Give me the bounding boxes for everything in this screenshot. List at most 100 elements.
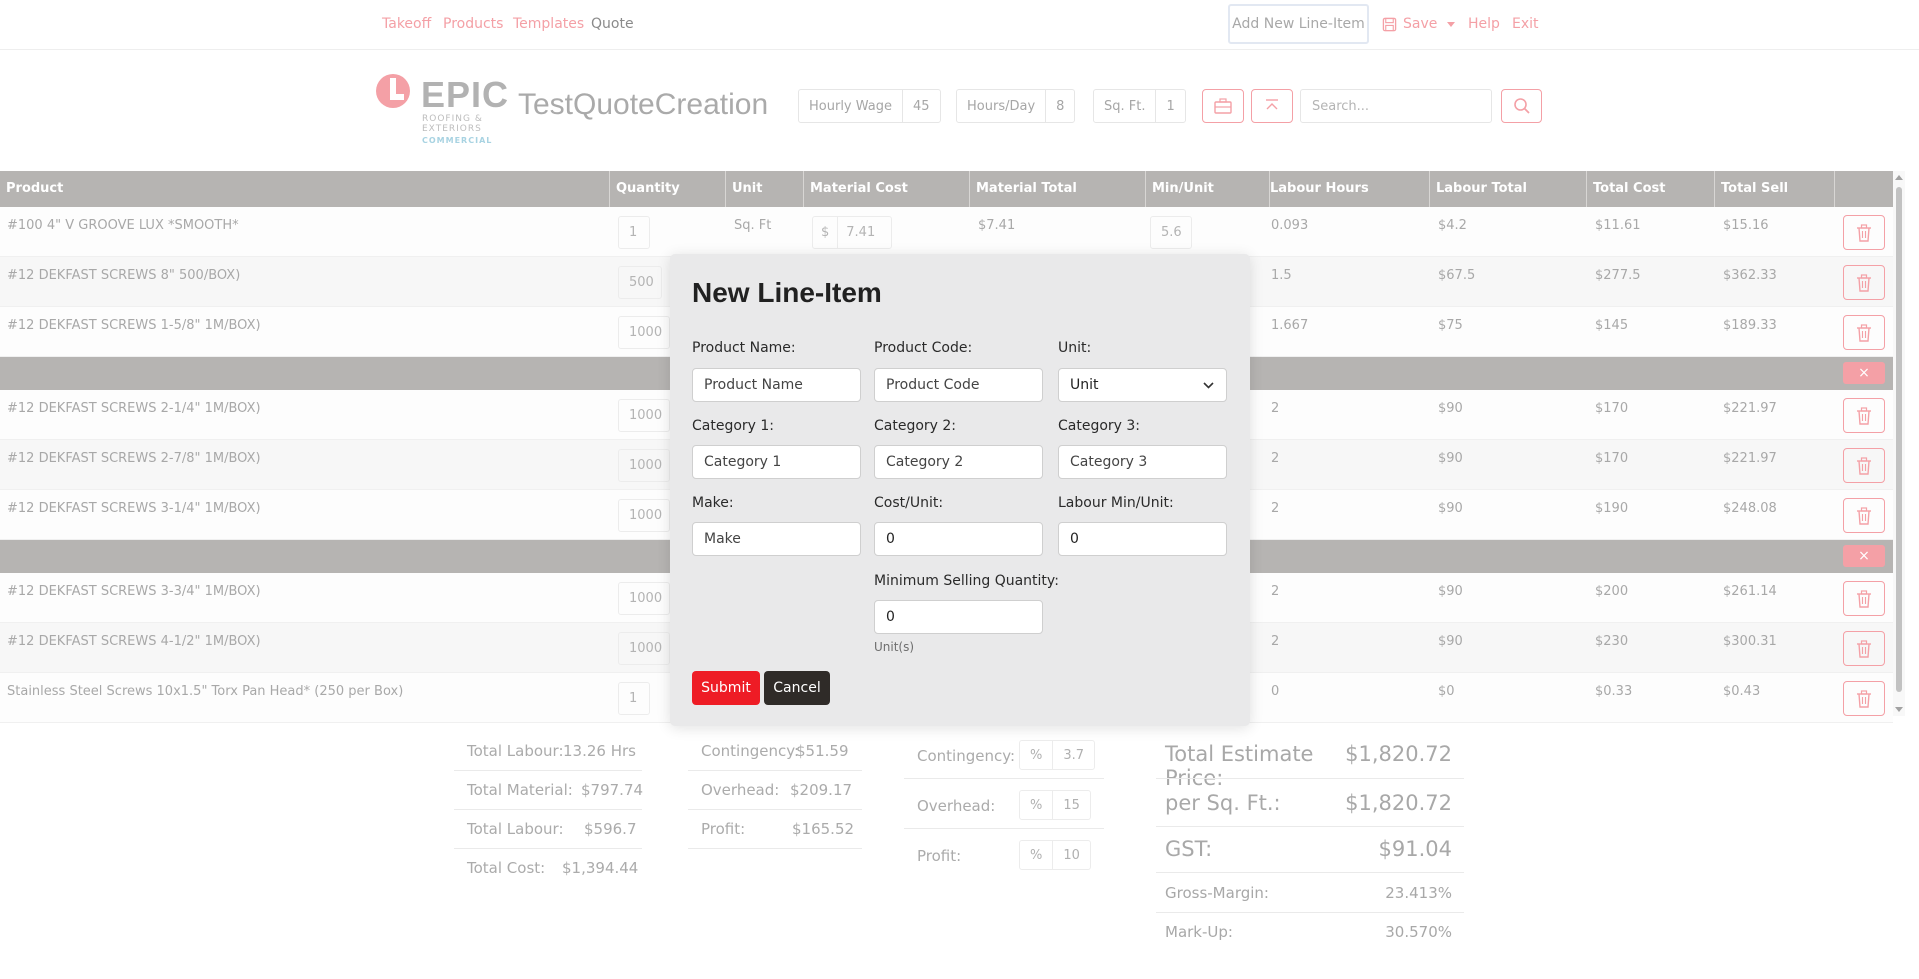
remove-group-button[interactable]: × — [1843, 545, 1885, 567]
save-dropdown[interactable]: Save — [1382, 16, 1456, 32]
quantity-input[interactable]: 1000 — [618, 399, 670, 432]
delete-row-button[interactable] — [1843, 215, 1885, 250]
table-row: #100 4" V GROOVE LUX *SMOOTH* 1 Sq. Ft $… — [0, 207, 1893, 257]
delete-row-button[interactable] — [1843, 315, 1885, 350]
percent-symbol: % — [1030, 847, 1043, 863]
quantity-input[interactable]: 1 — [618, 216, 650, 249]
divider — [688, 848, 862, 849]
hourly-wage-field[interactable]: Hourly Wage 45 — [798, 89, 941, 123]
save-icon — [1382, 17, 1397, 31]
total-sell: $0.43 — [1723, 684, 1761, 699]
nav-exit[interactable]: Exit — [1512, 16, 1539, 32]
delete-row-button[interactable] — [1843, 498, 1885, 533]
col-labour-hours: Labour Hours — [1264, 171, 1430, 207]
nav-quote[interactable]: Quote — [591, 16, 634, 32]
labour-total: $0 — [1438, 684, 1455, 699]
category-1-input[interactable]: Category 1 — [692, 445, 861, 479]
labour-total: $67.5 — [1438, 268, 1476, 283]
cost-unit-input[interactable]: 0 — [874, 522, 1043, 556]
delete-row-button[interactable] — [1843, 265, 1885, 300]
nav-products[interactable]: Products — [443, 16, 503, 32]
nav-takeoff[interactable]: Takeoff — [382, 16, 431, 32]
divider — [904, 828, 1104, 829]
total-sell: $261.14 — [1723, 584, 1777, 599]
submit-button[interactable]: Submit — [692, 671, 760, 705]
overhead-pct-input[interactable]: % 15 — [1019, 790, 1091, 820]
delete-row-button[interactable] — [1843, 681, 1885, 716]
total-cost: $170 — [1595, 451, 1629, 466]
col-labour-total: Labour Total — [1430, 171, 1587, 207]
scroll-down-arrow-icon[interactable] — [1895, 707, 1903, 712]
quantity-input[interactable]: 1000 — [618, 499, 670, 532]
material-cost-input[interactable]: $ 7.41 — [812, 216, 892, 249]
nav-templates[interactable]: Templates — [513, 16, 584, 32]
delete-row-button[interactable] — [1843, 581, 1885, 616]
sqft-value[interactable]: 1 — [1155, 90, 1184, 122]
unit-select[interactable]: Unit — [1058, 368, 1227, 402]
table-scrollbar[interactable] — [1893, 171, 1905, 716]
quantity-input[interactable]: 500 — [618, 266, 662, 299]
labour-hours: 1.5 — [1271, 268, 1292, 283]
search-button[interactable] — [1501, 89, 1542, 123]
category-2-input[interactable]: Category 2 — [874, 445, 1043, 479]
quantity-input[interactable]: 1 — [618, 682, 650, 715]
labour-hours: 2 — [1271, 451, 1280, 466]
cancel-button[interactable]: Cancel — [764, 671, 830, 705]
contingency-pct-input[interactable]: % 3.7 — [1019, 740, 1096, 770]
remove-group-button[interactable]: × — [1843, 362, 1885, 384]
category-3-input[interactable]: Category 3 — [1058, 445, 1227, 479]
per-sqft-label: per Sq. Ft.: — [1165, 791, 1281, 815]
search-input[interactable]: Search... — [1300, 89, 1492, 123]
close-icon: × — [1858, 365, 1870, 381]
contingency-pct-value[interactable]: 3.7 — [1052, 741, 1094, 769]
material-cost-value[interactable]: 7.41 — [837, 217, 883, 248]
make-input[interactable]: Make — [692, 522, 861, 556]
product-name: #100 4" V GROOVE LUX *SMOOTH* — [7, 218, 239, 233]
quantity-input[interactable]: 1000 — [618, 582, 670, 615]
overhead-pct-value[interactable]: 15 — [1052, 791, 1090, 819]
min-selling-quantity-input[interactable]: 0 — [874, 600, 1043, 634]
material-total: $7.41 — [978, 218, 1016, 233]
delete-row-button[interactable] — [1843, 448, 1885, 483]
nav-help[interactable]: Help — [1468, 16, 1500, 32]
sqft-field[interactable]: Sq. Ft. 1 — [1093, 89, 1186, 123]
quantity-input[interactable]: 1000 — [618, 316, 670, 349]
profit-pct-input[interactable]: % 10 — [1019, 840, 1091, 870]
contingency-label: Contingency: — [701, 742, 800, 760]
per-sqft-row: per Sq. Ft.: $1,820.72 — [1165, 791, 1452, 815]
toolbox-button[interactable] — [1202, 89, 1244, 123]
trash-icon — [1857, 689, 1871, 708]
profit-pct-value[interactable]: 10 — [1052, 841, 1090, 869]
divider — [1156, 912, 1464, 913]
total-cost: $145 — [1595, 318, 1629, 333]
scroll-thumb[interactable] — [1896, 187, 1902, 692]
min-unit-input[interactable]: 5.6 — [1150, 216, 1192, 249]
col-total-sell: Total Sell — [1715, 171, 1835, 207]
add-new-line-item-button[interactable]: Add New Line-Item — [1228, 4, 1369, 44]
quantity-input[interactable]: 1000 — [618, 449, 670, 482]
min-selling-quantity-label: Minimum Selling Quantity: — [874, 573, 1059, 589]
labour-total: $90 — [1438, 634, 1463, 649]
quantity-input[interactable]: 1000 — [618, 632, 670, 665]
unit-note: Unit(s) — [874, 640, 915, 654]
delete-row-button[interactable] — [1843, 398, 1885, 433]
profit-label: Profit: — [701, 820, 746, 838]
total-sell: $221.97 — [1723, 401, 1777, 416]
labour-min-unit-input[interactable]: 0 — [1058, 522, 1227, 556]
hours-day-field[interactable]: Hours/Day 8 — [956, 89, 1076, 123]
labour-total: $4.2 — [1438, 218, 1467, 233]
collapse-top-button[interactable] — [1251, 89, 1293, 123]
scroll-up-arrow-icon[interactable] — [1895, 175, 1903, 180]
total-cost: $200 — [1595, 584, 1629, 599]
col-actions — [1835, 171, 1893, 207]
labour-total: $90 — [1438, 451, 1463, 466]
product-code-input[interactable]: Product Code — [874, 368, 1043, 402]
gross-margin-value: 23.413% — [1385, 884, 1452, 902]
total-estimate-row: Total Estimate Price: $1,820.72 — [1165, 742, 1452, 790]
hours-day-value[interactable]: 8 — [1045, 90, 1074, 122]
hourly-wage-value[interactable]: 45 — [902, 90, 940, 122]
delete-row-button[interactable] — [1843, 631, 1885, 666]
product-name-input[interactable]: Product Name — [692, 368, 861, 402]
total-estimate-label: Total Estimate Price: — [1165, 742, 1314, 790]
trash-icon — [1857, 406, 1871, 425]
